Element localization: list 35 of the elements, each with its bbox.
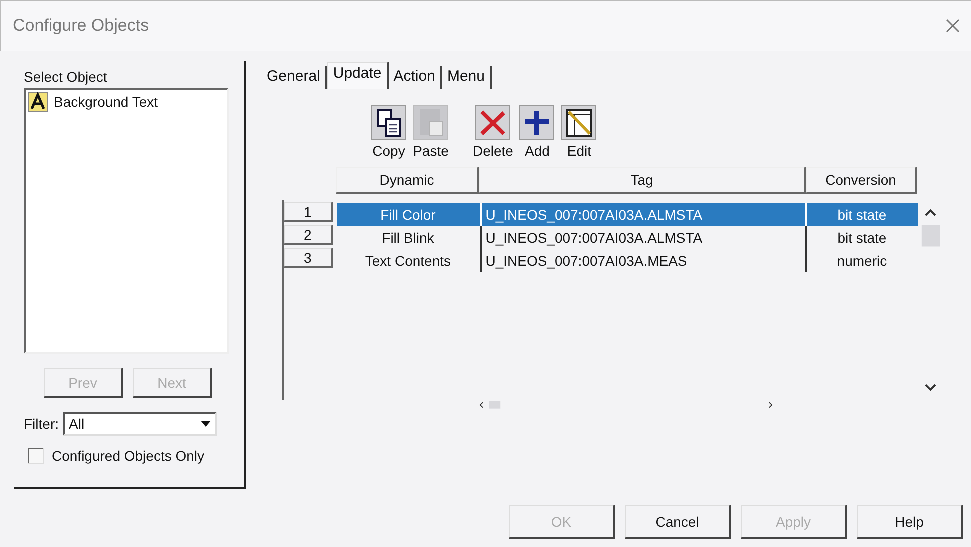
row-header[interactable]: 2 [284, 225, 333, 245]
dialog-button[interactable]: Help [857, 505, 963, 539]
column-header[interactable]: Tag [479, 167, 806, 194]
toolbar-button[interactable]: Edit [561, 105, 598, 159]
checkbox[interactable] [28, 448, 44, 464]
text-object-icon [28, 92, 48, 112]
tab[interactable]: Update [327, 62, 389, 89]
row-header[interactable]: 1 [284, 202, 333, 222]
table-cell: bit state [806, 203, 918, 226]
window-title: Configure Objects [13, 16, 150, 36]
row-header[interactable]: 3 [284, 248, 333, 268]
object-list[interactable]: Background Text [24, 88, 229, 354]
table-cell: U_INEOS_007:007AI03A.ALMSTA [480, 203, 807, 226]
dialog-button[interactable]: Cancel [625, 505, 731, 539]
table-cell: U_INEOS_007:007AI03A.ALMSTA [480, 226, 807, 249]
table-cell-text: numeric [836, 252, 888, 270]
list-label: Select Object [24, 69, 108, 85]
table-cell: U_INEOS_007:007AI03A.MEAS [480, 249, 807, 272]
close-icon[interactable] [945, 18, 961, 34]
column-header[interactable]: Dynamic [336, 167, 479, 194]
filter-label: Filter: [24, 416, 59, 432]
toolbar-button[interactable]: Add [519, 105, 556, 159]
tab[interactable]: Action [388, 66, 442, 89]
table-cell-text: Text Contents [364, 252, 452, 270]
table-cell: Fill Color [336, 203, 480, 226]
table-cell-text: Fill Blink [381, 228, 436, 248]
caret-icon [201, 421, 211, 427]
tab[interactable]: Menu [442, 66, 492, 89]
table-cell-text: bit state [836, 228, 888, 248]
list-item[interactable]: Background Text [54, 94, 158, 110]
checkbox-label: Configured Objects Only [52, 448, 205, 464]
toolbar-button[interactable]: Delete [473, 105, 514, 159]
toolbar-button[interactable]: Copy [371, 105, 407, 159]
filter-dropdown[interactable]: All [63, 412, 217, 436]
column-header[interactable]: Conversion [806, 167, 917, 194]
